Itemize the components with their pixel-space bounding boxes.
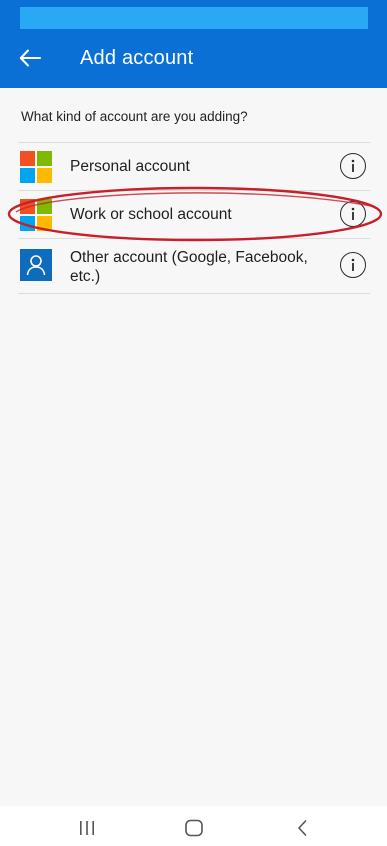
list-item-label: Work or school account	[70, 206, 232, 223]
home-icon	[185, 819, 203, 837]
home-button[interactable]	[174, 814, 214, 842]
list-item-other-account[interactable]: Other account (Google, Facebook, etc.)	[18, 239, 370, 294]
status-bar	[20, 7, 368, 29]
content-area: What kind of account are you adding? Per…	[0, 88, 387, 806]
info-icon	[351, 207, 355, 220]
microsoft-logo-icon	[20, 151, 52, 183]
microsoft-logo-icon	[20, 199, 52, 231]
account-type-list: Personal account Work or school account	[18, 142, 370, 294]
info-icon	[351, 159, 355, 172]
person-icon	[20, 249, 52, 281]
system-nav-bar	[0, 806, 387, 846]
list-item-personal-account[interactable]: Personal account	[18, 143, 370, 191]
back-button[interactable]	[14, 44, 46, 72]
recent-apps-button[interactable]	[67, 814, 107, 842]
arrow-left-icon	[19, 49, 41, 67]
back-icon	[298, 820, 307, 836]
info-button[interactable]	[340, 201, 366, 227]
account-type-prompt: What kind of account are you adding?	[21, 109, 248, 124]
list-item-label: Other account (Google, Facebook, etc.)	[70, 249, 308, 285]
info-button[interactable]	[340, 153, 366, 179]
list-item-label: Personal account	[70, 158, 190, 175]
recent-apps-icon	[80, 821, 94, 835]
info-icon	[351, 258, 355, 271]
screen: Add account What kind of account are you…	[0, 0, 387, 846]
info-button[interactable]	[340, 252, 366, 278]
list-item-work-or-school-account[interactable]: Work or school account	[18, 191, 370, 239]
app-bar: Add account	[0, 0, 387, 88]
nav-back-button[interactable]	[282, 814, 322, 842]
page-title: Add account	[80, 47, 194, 69]
